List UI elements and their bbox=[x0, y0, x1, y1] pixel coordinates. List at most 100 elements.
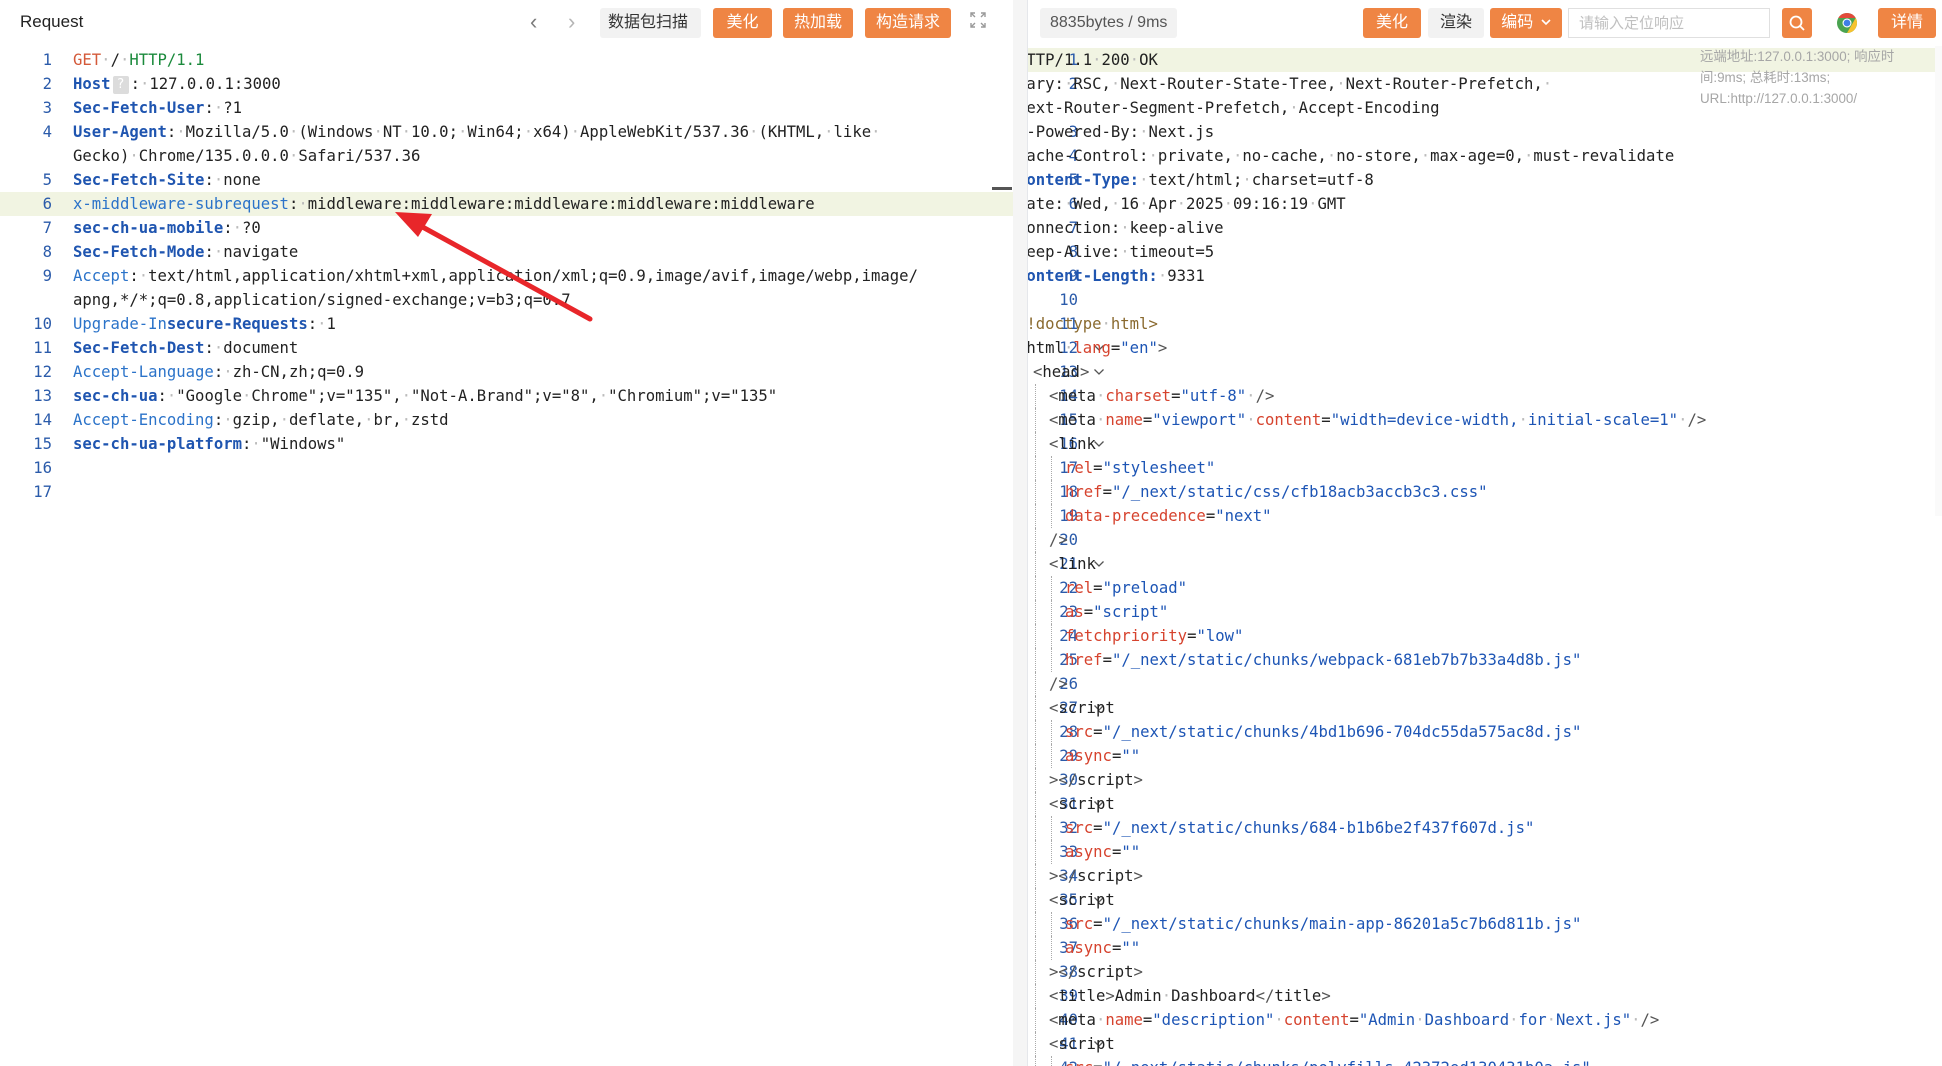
code-line[interactable]: 1 GET·/·HTTP/1.1 bbox=[0, 48, 1013, 72]
code-line[interactable]: 12<html·lang="en"> bbox=[1028, 336, 1942, 360]
details-button[interactable]: 详情 bbox=[1878, 8, 1936, 38]
code-token: : bbox=[204, 339, 214, 357]
line-content: async="" bbox=[1065, 840, 1140, 864]
code-line[interactable]: 4 Cache-Control:·private,·no-cache,·no-st… bbox=[1028, 144, 1942, 168]
encode-dropdown[interactable]: 编码 bbox=[1490, 8, 1562, 38]
code-line[interactable]: 21 <link bbox=[1028, 552, 1942, 576]
code-line[interactable]: 42src="/_next/static/chunks/polyfills-42… bbox=[1028, 1056, 1942, 1066]
line-content: <meta·name="viewport"·content="width=dev… bbox=[1049, 408, 1706, 432]
code-line[interactable]: 3 Sec-Fetch-User:·?1 bbox=[0, 96, 1013, 120]
code-line[interactable]: 9 Accept:·text/html,application/xhtml+xml… bbox=[0, 264, 1013, 288]
code-token: x64) bbox=[533, 123, 571, 141]
beautify-button[interactable]: 美化 bbox=[713, 8, 772, 38]
packet-scan-button[interactable]: 数据包扫描 bbox=[600, 8, 701, 38]
indent-guide bbox=[1035, 552, 1036, 576]
code-line[interactable]: 37 async="" bbox=[1028, 936, 1942, 960]
code-line[interactable]: 31 <script bbox=[1028, 792, 1942, 816]
fold-chevron-icon[interactable] bbox=[1093, 366, 1105, 378]
code-line[interactable]: 36 src="/_next/static/chunks/main-app-862… bbox=[1028, 912, 1942, 936]
code-line[interactable]: 22 rel="preload" bbox=[1028, 576, 1942, 600]
code-line[interactable]: 23 as="script" bbox=[1028, 600, 1942, 624]
code-line[interactable]: 13 <head> bbox=[1028, 360, 1942, 384]
code-line[interactable]: 13 sec-ch-ua:·"Google·Chrome";v="135",·"N… bbox=[0, 384, 1013, 408]
code-token: ></ bbox=[1049, 771, 1078, 789]
code-line[interactable]: 18 href="/_next/static/css/cfb18acb3accb3… bbox=[1028, 480, 1942, 504]
code-token: · bbox=[129, 147, 139, 165]
code-line[interactable]: 39 <title>Admin·Dashboard</title> bbox=[1028, 984, 1942, 1008]
code-line[interactable]: 27 <script bbox=[1028, 696, 1942, 720]
pane-divider[interactable] bbox=[1013, 0, 1027, 1066]
response-size-badge: 8835bytes / 9ms bbox=[1040, 8, 1178, 38]
code-line[interactable]: 10 Upgrade-Insecure-Requests:·1 bbox=[0, 312, 1013, 336]
code-line[interactable]: 28 src="/_next/static/chunks/4bd1b696-704… bbox=[1028, 720, 1942, 744]
code-line[interactable]: 6Date:·Wed,·16·Apr·2025·09:16:19·GMT bbox=[1028, 192, 1942, 216]
code-line[interactable]: 34 ></script> bbox=[1028, 864, 1942, 888]
code-line[interactable]: 16 <link bbox=[1028, 432, 1942, 456]
construct-request-button[interactable]: 构造请求 bbox=[865, 8, 951, 38]
code-token: = bbox=[1111, 843, 1122, 861]
response-editor[interactable]: 1HTTP/1.1·200·OK2Vary:·RSC,·Next-Router-… bbox=[1028, 48, 1942, 1066]
chrome-icon[interactable] bbox=[1836, 12, 1858, 34]
code-line[interactable]: 12 Accept-Language:·zh-CN,zh;q=0.9 bbox=[0, 360, 1013, 384]
code-line[interactable]: 20/> bbox=[1028, 528, 1942, 552]
code-line[interactable]: 35 <script bbox=[1028, 888, 1942, 912]
code-line[interactable]: 14 Accept-Encoding:·gzip,·deflate,·br,·zs… bbox=[0, 408, 1013, 432]
line-content: rel="stylesheet" bbox=[1065, 456, 1215, 480]
code-line[interactable]: 19 data-precedence="next" bbox=[1028, 504, 1942, 528]
expand-icon[interactable] bbox=[970, 12, 986, 28]
locate-response-input[interactable] bbox=[1568, 8, 1770, 38]
code-line[interactable]: 11 Sec-Fetch-Dest:·document bbox=[0, 336, 1013, 360]
code-line[interactable]: 7 sec-ch-ua-mobile:·?0 bbox=[0, 216, 1013, 240]
indent-guide bbox=[1035, 672, 1036, 696]
code-line[interactable]: 8 Sec-Fetch-Mode:·navigate bbox=[0, 240, 1013, 264]
code-line[interactable]: 38 ></script> bbox=[1028, 960, 1942, 984]
code-line[interactable]: 33 async="" bbox=[1028, 840, 1942, 864]
code-line[interactable]: 15 <meta·name="viewport"·content="width=d… bbox=[1028, 408, 1942, 432]
code-line[interactable]: 16 bbox=[0, 456, 1013, 480]
code-line[interactable]: 4 User-Agent:·Mozilla/5.0·(Windows·NT·10.… bbox=[0, 120, 1013, 144]
code-token: · bbox=[1161, 987, 1172, 1005]
code-line[interactable]: 32 src="/_next/static/chunks/684-b1b6be2f… bbox=[1028, 816, 1942, 840]
request-editor[interactable]: 1 GET·/·HTTP/1.1 2 Host?:·127.0.0.1:3000 3 Se… bbox=[0, 48, 1013, 1066]
line-number: 15 bbox=[33, 435, 52, 453]
code-line[interactable]: Gecko)·Chrome/135.0.0.0·Safari/537.36 bbox=[0, 144, 1013, 168]
code-token: title bbox=[1274, 987, 1322, 1005]
code-line[interactable]: 2 Host?:·127.0.0.1:3000 bbox=[0, 72, 1013, 96]
code-line[interactable]: 5 Sec-Fetch-Site:·none bbox=[0, 168, 1013, 192]
code-line[interactable]: 10 bbox=[1028, 288, 1942, 312]
code-line[interactable]: 8 Keep-Alive:·timeout=5 bbox=[1028, 240, 1942, 264]
code-token: · bbox=[1120, 219, 1130, 237]
search-button[interactable] bbox=[1782, 8, 1812, 38]
hotload-button[interactable]: 热加载 bbox=[783, 8, 853, 38]
line-content: <script bbox=[1049, 1032, 1115, 1056]
code-line[interactable]: 17 rel="stylesheet" bbox=[1028, 456, 1942, 480]
code-line[interactable]: 3 X-Powered-By:·Next.js bbox=[1028, 120, 1942, 144]
code-line[interactable]: 14 <meta·charset="utf-8"·/> bbox=[1028, 384, 1942, 408]
scroll-indicator[interactable] bbox=[992, 187, 1012, 190]
code-line[interactable]: 25 href="/_next/static/chunks/webpack-681… bbox=[1028, 648, 1942, 672]
code-token: · bbox=[1232, 147, 1243, 165]
code-line[interactable]: 15 sec-ch-ua-platform:·"Windows" bbox=[0, 432, 1013, 456]
code-line[interactable]: 9 Content-Length:·9331 bbox=[1028, 264, 1942, 288]
chevron-left-icon[interactable]: ‹ bbox=[530, 10, 537, 34]
code-line[interactable]: 30 ></script> bbox=[1028, 768, 1942, 792]
request-toolbar: Request ‹ › 数据包扫描 美化 热加载 构造请求 bbox=[0, 0, 1013, 44]
response-beautify-button[interactable]: 美化 bbox=[1363, 8, 1421, 38]
code-line[interactable]: 24 fetchpriority="low" bbox=[1028, 624, 1942, 648]
response-scrollbar[interactable] bbox=[1935, 46, 1942, 516]
code-line[interactable]: 41 <script bbox=[1028, 1032, 1942, 1056]
chevron-right-icon[interactable]: › bbox=[568, 10, 575, 34]
code-line[interactable]: 5 Content-Type:·text/html;·charset=utf-8 bbox=[1028, 168, 1942, 192]
code-token: no-cache, bbox=[1242, 147, 1327, 165]
code-line[interactable]: 40 <meta·name="description"·content="Admi… bbox=[1028, 1008, 1942, 1032]
code-line[interactable]: 29 async="" bbox=[1028, 744, 1942, 768]
render-button[interactable]: 渲染 bbox=[1428, 8, 1484, 38]
code-line[interactable]: apng,*/*;q=0.8,application/signed-exchan… bbox=[0, 288, 1013, 312]
line-content: Host?:·127.0.0.1:3000 bbox=[73, 72, 281, 96]
code-line[interactable]: 17 bbox=[0, 480, 1013, 504]
code-line[interactable]: 6 x-middleware-subrequest:·middleware:mid… bbox=[0, 192, 1013, 216]
code-line[interactable]: 7 Connection:·keep-alive bbox=[1028, 216, 1942, 240]
line-content: src="/_next/static/chunks/main-app-86201… bbox=[1065, 912, 1581, 936]
code-line[interactable]: 26/> bbox=[1028, 672, 1942, 696]
code-line[interactable]: 11<!doctype·html> bbox=[1028, 312, 1942, 336]
